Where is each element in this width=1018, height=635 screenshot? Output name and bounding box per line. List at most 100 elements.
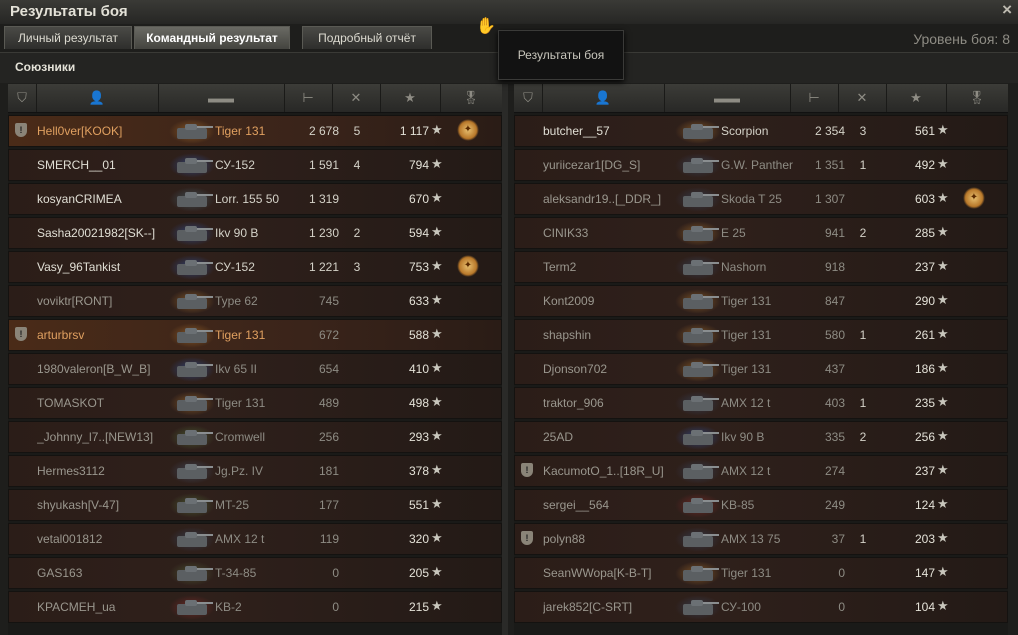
player-row[interactable]: ! arturbrsv Tiger 131 672 588 ★	[8, 319, 502, 351]
score-value: 285	[914, 226, 935, 240]
player-icon[interactable]: 👤	[542, 84, 665, 112]
score-star-icon[interactable]: ★	[380, 84, 441, 112]
player-name[interactable]: GAS163	[37, 566, 187, 580]
kills-icon[interactable]: ✕	[838, 84, 887, 112]
player-row[interactable]: traktor_906 AMX 12 t 403 1 235 ★	[514, 387, 1008, 419]
player-row[interactable]: sergei__564 KB-85 249 124 ★	[514, 489, 1008, 521]
tank-image-icon	[675, 289, 721, 314]
player-name[interactable]: CINIK33	[543, 226, 693, 240]
player-row[interactable]: ! polyn88 AMX 13 75 37 1 203 ★	[514, 523, 1008, 555]
player-name[interactable]: SMERCH__01	[37, 158, 187, 172]
player-row[interactable]: Term2 Nashorn 918 237 ★	[514, 251, 1008, 283]
player-row[interactable]: SeanWWopa[K-B-T] Tiger 131 0 147 ★	[514, 557, 1008, 589]
player-name[interactable]: Vasy_96Tankist	[37, 260, 187, 274]
tank-icon[interactable]: ⛉	[514, 84, 543, 112]
player-name[interactable]: yuriicezar1[DG_S]	[543, 158, 693, 172]
player-name[interactable]: Djonson702	[543, 362, 693, 376]
tank-image-icon	[169, 527, 215, 552]
player-name[interactable]: kosyanCRIMEA	[37, 192, 187, 206]
player-name[interactable]: polyn88	[543, 532, 693, 546]
player-row[interactable]: 1980valeron[B_W_B] Ikv 65 II 654 410 ★	[8, 353, 502, 385]
player-row[interactable]: Djonson702 Tiger 131 437 186 ★	[514, 353, 1008, 385]
player-name[interactable]: voviktr[RONT]	[37, 294, 187, 308]
medal-icon[interactable]: 🎖	[440, 84, 502, 112]
xp-value: 0	[332, 566, 339, 580]
medal-icon[interactable]: ✦	[457, 255, 479, 277]
tank-icon[interactable]: ⛉	[8, 84, 37, 112]
player-row[interactable]: aleksandr19..[_DDR_] Skoda T 25 1 307 603 ★ ✦	[514, 183, 1008, 215]
player-row[interactable]: Sasha20021982[SK--] Ikv 90 B1 230 2 594 ★	[8, 217, 502, 249]
player-name[interactable]: Hermes3112	[37, 464, 187, 478]
player-row[interactable]: voviktr[RONT] Type 62 745 633 ★	[8, 285, 502, 317]
player-name[interactable]: butcher__57	[543, 124, 693, 138]
score-value: 588	[408, 328, 429, 342]
player-name[interactable]: shapshin	[543, 328, 693, 342]
player-name[interactable]: _Johnny_l7..[NEW13]	[37, 430, 187, 444]
tank-image-icon	[675, 459, 721, 484]
player-row[interactable]: Hermes3112 Jg.Pz. IV 181 378 ★	[8, 455, 502, 487]
player-name[interactable]: traktor_906	[543, 396, 693, 410]
close-icon[interactable]: ×	[1002, 0, 1012, 20]
star-icon: ★	[431, 394, 443, 409]
tank-image-icon	[169, 119, 215, 144]
player-name[interactable]: jarek852[C-SRT]	[543, 600, 693, 614]
kills-icon[interactable]: ✕	[332, 84, 381, 112]
player-name[interactable]: Kont2009	[543, 294, 693, 308]
xp-icon[interactable]: ⊢	[284, 84, 333, 112]
vehicle-icon[interactable]: ▬▬	[664, 84, 791, 112]
tab-detailed-report[interactable]: Подробный отчёт	[302, 26, 432, 49]
player-name[interactable]: Term2	[543, 260, 693, 274]
player-name[interactable]: vetal001812	[37, 532, 187, 546]
player-icon[interactable]: 👤	[36, 84, 159, 112]
score-star-icon[interactable]: ★	[886, 84, 947, 112]
tank-image-icon	[675, 323, 721, 348]
player-name[interactable]: 25AD	[543, 430, 693, 444]
player-row[interactable]: Kont2009 Tiger 131 847 290 ★	[514, 285, 1008, 317]
player-row[interactable]: shapshin Tiger 131 580 1 261 ★	[514, 319, 1008, 351]
player-row[interactable]: GAS163 T-34-85 0 205 ★	[8, 557, 502, 589]
xp-value: 249	[824, 498, 845, 512]
player-name[interactable]: arturbrsv	[37, 328, 187, 342]
tank-image-icon	[675, 561, 721, 586]
column-header: ⛉ 👤 ▬▬ ⊢ ✕ ★ 🎖	[514, 84, 1008, 113]
vehicle-icon[interactable]: ▬▬	[158, 84, 285, 112]
player-row[interactable]: ! Hell0ver[KOOK] Tiger 131 2 678 5 1 117 ★ ✦	[8, 115, 502, 147]
player-row[interactable]: shyukash[V-47] MT-25 177 551 ★	[8, 489, 502, 521]
player-name[interactable]: aleksandr19..[_DDR_]	[543, 192, 693, 206]
star-icon: ★	[431, 496, 443, 511]
player-row[interactable]: _Johnny_l7..[NEW13] Cromwell 256 293 ★	[8, 421, 502, 453]
player-name[interactable]: shyukash[V-47]	[37, 498, 187, 512]
player-row[interactable]: vetal001812 AMX 12 t 119 320 ★	[8, 523, 502, 555]
tab-personal-result[interactable]: Личный результат	[4, 26, 132, 49]
xp-value: 1 221	[308, 260, 339, 274]
medal-icon[interactable]: 🎖	[946, 84, 1008, 112]
player-row[interactable]: KPACMEH_ua KB-2 0 215 ★	[8, 591, 502, 623]
player-name[interactable]: KacumotO_1..[18R_U]	[543, 464, 693, 478]
player-name[interactable]: KPACMEH_ua	[37, 600, 187, 614]
tab-team-result[interactable]: Командный результат	[134, 26, 290, 49]
player-name[interactable]: Hell0ver[KOOK]	[37, 124, 187, 138]
score-value: 794	[408, 158, 429, 172]
player-row[interactable]: butcher__57 Scorpion 2 354 3 561 ★	[514, 115, 1008, 147]
player-row[interactable]: Vasy_96Tankist СУ-152 1 221 3 753 ★ ✦	[8, 251, 502, 283]
player-row[interactable]: jarek852[C-SRT] СУ-100 0 104 ★	[514, 591, 1008, 623]
kills-value: 1	[859, 328, 867, 342]
player-row[interactable]: TOMASKOT Tiger 131 489 498 ★	[8, 387, 502, 419]
medal-icon[interactable]: ✦	[457, 119, 479, 141]
star-icon: ★	[431, 122, 443, 137]
player-row[interactable]: 25AD Ikv 90 B 335 2 256 ★	[514, 421, 1008, 453]
player-name[interactable]: Sasha20021982[SK--]	[37, 226, 187, 240]
xp-icon[interactable]: ⊢	[790, 84, 839, 112]
medal-icon[interactable]: ✦	[963, 187, 985, 209]
player-name[interactable]: SeanWWopa[K-B-T]	[543, 566, 693, 580]
player-row[interactable]: SMERCH__01 СУ-152 1 591 4 794 ★	[8, 149, 502, 181]
player-row[interactable]: yuriicezar1[DG_S] G.W. Panther 1 351 1 492 ★	[514, 149, 1008, 181]
xp-value: 181	[318, 464, 339, 478]
player-name[interactable]: 1980valeron[B_W_B]	[37, 362, 187, 376]
player-name[interactable]: sergei__564	[543, 498, 693, 512]
player-name[interactable]: TOMASKOT	[37, 396, 187, 410]
player-row[interactable]: CINIK33 E 25 941 2 285 ★	[514, 217, 1008, 249]
player-row[interactable]: kosyanCRIMEA Lorr. 155 50 1 319 670 ★	[8, 183, 502, 215]
player-row[interactable]: ! KacumotO_1..[18R_U] AMX 12 t 274 237 ★	[514, 455, 1008, 487]
star-icon: ★	[431, 564, 443, 579]
